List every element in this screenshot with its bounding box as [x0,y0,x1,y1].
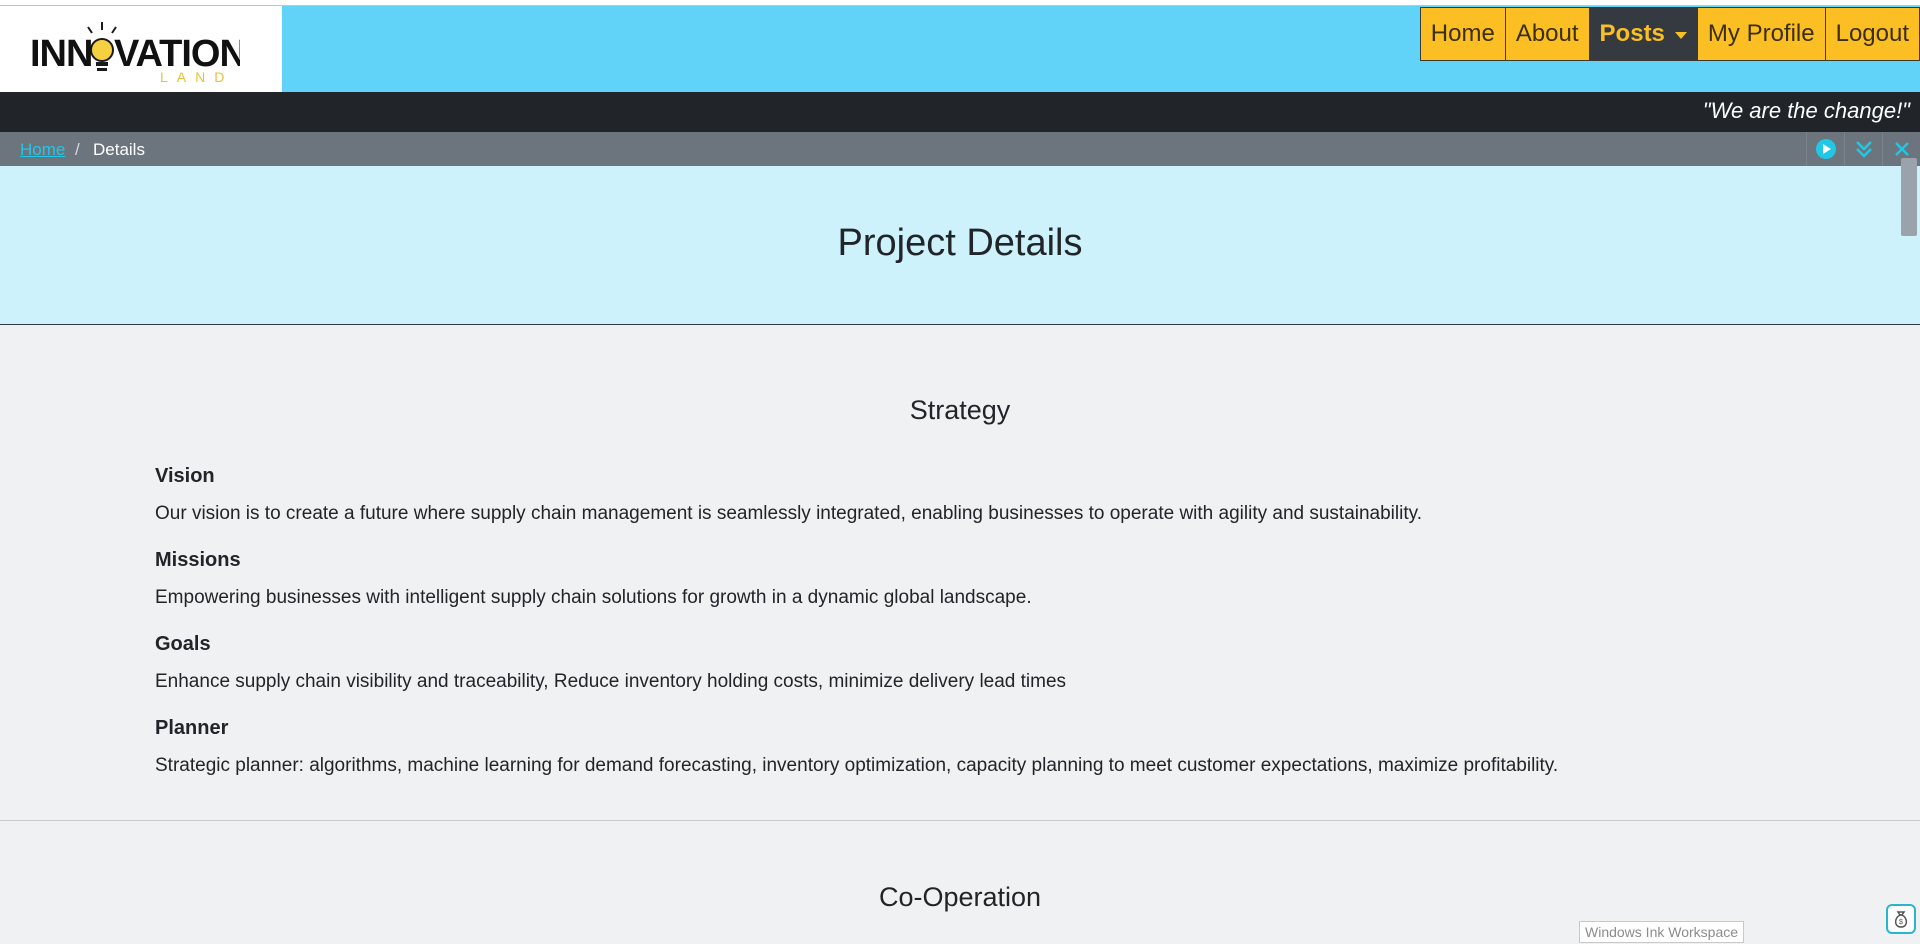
nav-home[interactable]: Home [1419,7,1506,61]
main-nav: Home About Posts My Profile Logout [1419,7,1920,61]
nav-logout[interactable]: Logout [1824,7,1920,61]
section-title-cooperation: Co-Operation [878,882,1042,912]
svg-text:$: $ [1899,919,1903,926]
vision-heading: Vision [155,465,215,487]
planner-text: Strategic planner: algorithms, machine l… [155,755,1559,776]
breadcrumb: Home / Details [0,132,1920,166]
svg-text:LAND: LAND [160,69,233,84]
nav-home-label: Home [1430,20,1495,47]
nav-about[interactable]: About [1504,7,1590,61]
planner-heading: Planner [155,717,229,739]
nav-posts-dropdown[interactable]: Posts [1588,7,1698,61]
corner-widget-button[interactable]: $ [1886,904,1916,934]
collapse-button[interactable] [1844,132,1882,166]
money-bag-icon: $ [1894,911,1908,928]
scrollbar-thumb[interactable] [1901,158,1917,236]
goals-text: Enhance supply chain visibility and trac… [155,671,1067,692]
logo[interactable]: INN VATION LAND [0,6,282,93]
site-header: INN VATION LAND Home About Posts My Prof… [0,5,1920,93]
page-title: Project Details [837,222,1083,264]
nav-posts-label: Posts [1599,20,1665,47]
missions-heading: Missions [155,549,241,571]
nav-my-profile-label: My Profile [1707,20,1815,47]
double-chevron-down-icon [1855,141,1872,158]
play-circle-icon [1815,139,1836,159]
missions-text: Empowering businesses with intelligent s… [155,587,1032,608]
vision-text: Our vision is to create a future where s… [155,503,1422,524]
nav-logout-label: Logout [1835,20,1909,47]
ink-workspace-tooltip: Windows Ink Workspace [1579,921,1745,943]
breadcrumb-separator: / [75,140,80,159]
section-divider [0,820,1920,821]
breadcrumb-current: Details [93,140,145,159]
play-button[interactable] [1806,132,1844,166]
breadcrumb-home-link[interactable]: Home [20,140,65,160]
close-icon [1894,142,1909,156]
goals-heading: Goals [155,633,211,655]
slogan-bar: "We are the change!" [0,92,1920,132]
svg-text:INN: INN [30,33,92,75]
caret-down-icon [1674,31,1687,39]
slogan: "We are the change!" [1702,98,1910,123]
nav-about-label: About [1515,20,1579,47]
title-banner: Project Details [0,166,1920,325]
nav-my-profile[interactable]: My Profile [1696,7,1826,61]
logo-graphic: INN VATION LAND [30,22,240,84]
section-title-strategy: Strategy [909,395,1011,425]
